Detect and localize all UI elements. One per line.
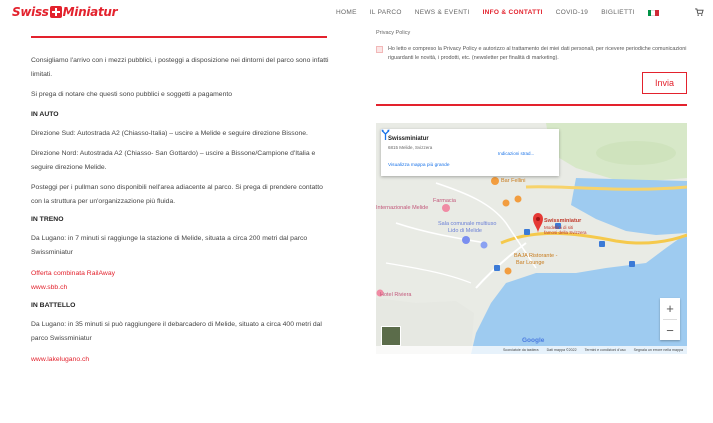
- section-divider: [31, 36, 327, 38]
- view-larger-map-link[interactable]: Visualizza mappa più grande: [388, 163, 450, 168]
- auto-south-text: Direzione Sud: Autostrada A2 (Chiasso-It…: [31, 129, 308, 137]
- map-label-swissminiatur: Swissminiatur: [544, 218, 582, 224]
- report-error-link[interactable]: Segnala un errore nella mappa: [634, 348, 683, 352]
- main-nav: HOME IL PARCO NEWS & EVENTI INFO & CONTA…: [336, 9, 672, 16]
- privacy-consent-text: Ho letto e compreso la Privacy Policy e …: [388, 46, 687, 61]
- satellite-view-toggle[interactable]: [381, 326, 401, 346]
- google-map[interactable]: Swissminiatur 6815 Melide, Svizzera Visu…: [376, 123, 687, 354]
- heading-treno: IN TRENO: [31, 216, 64, 223]
- nav-item-info-contatti[interactable]: INFO & CONTATTI: [483, 9, 543, 16]
- google-logo-text: Google: [522, 337, 545, 344]
- map-label-bar-fellini: Bar Fellini: [501, 178, 526, 184]
- map-attribution-bar: Scorciatoie da tastiera Dati mappa ©2022…: [376, 346, 687, 354]
- map-info-card: Swissminiatur 6815 Melide, Svizzera Visu…: [381, 129, 559, 176]
- map-label-hotel-riviera: Hotel Riviera: [380, 292, 412, 298]
- nav-item-il-parco[interactable]: IL PARCO: [370, 9, 402, 16]
- map-place-name: Swissminiatur: [388, 136, 429, 142]
- privacy-checkbox[interactable]: [376, 46, 383, 53]
- terms-link[interactable]: Termini e condizioni d'uso: [585, 348, 626, 352]
- sbb-link[interactable]: www.sbb.ch: [31, 282, 331, 293]
- italian-flag-icon[interactable]: [647, 10, 659, 16]
- auto-north-text: Direzione Nord: Autostrada A2 (Chiasso- …: [31, 150, 316, 171]
- privacy-consent-row: Ho letto e compreso la Privacy Policy e …: [376, 45, 687, 62]
- cart-icon[interactable]: [695, 8, 704, 16]
- logo-text-swiss: Swiss: [12, 5, 49, 19]
- google-logo: Google: [522, 337, 544, 344]
- privacy-title: Privacy Policy: [376, 30, 411, 36]
- zoom-in-button[interactable]: +: [660, 298, 680, 319]
- map-place-address: 6815 Melide, Svizzera: [388, 145, 433, 150]
- map-label-farmacia-name: Internazionale Melide: [376, 205, 429, 211]
- map-label-farmacia: Farmacia: [433, 198, 456, 204]
- train-text: Da Lugano: in 7 minuti si raggiunge la s…: [31, 235, 308, 256]
- intro-paragraph: Consigliamo l'arrivo con i mezzi pubblic…: [31, 57, 329, 78]
- form-divider: [376, 104, 687, 106]
- lakelugano-link[interactable]: www.lakelugano.ch: [31, 354, 331, 365]
- boat-text: Da Lugano: in 35 minuti si può raggiunge…: [31, 321, 322, 342]
- map-label-baja-lounge: Bar Lounge: [516, 260, 545, 266]
- zoom-out-button[interactable]: −: [660, 320, 680, 341]
- map-label-lido: Lido di Melide: [448, 228, 482, 234]
- map-label-swissminiatur-desc2: famosi della Svizzera: [544, 230, 587, 235]
- send-button[interactable]: Invia: [642, 72, 687, 94]
- bus-parking-text: Posteggi per i pullman sono disponibili …: [31, 184, 323, 205]
- railaway-link[interactable]: Offerta combinata RailAway: [31, 268, 331, 279]
- map-label-baja: BAJA Ristorante -: [514, 253, 558, 259]
- nav-item-news-eventi[interactable]: NEWS & EVENTI: [415, 9, 470, 16]
- nav-item-covid[interactable]: COVID-19: [556, 9, 588, 16]
- directions-section: Consigliamo l'arrivo con i mezzi pubblic…: [31, 36, 331, 365]
- heading-battello: IN BATTELLO: [31, 302, 76, 309]
- directions-icon[interactable]: [381, 129, 390, 140]
- directions-link[interactable]: Indicazioni strad...: [498, 151, 534, 156]
- contact-form: Privacy Policy Ho letto e compreso la Pr…: [376, 28, 687, 106]
- site-logo[interactable]: Swiss Miniatur: [12, 5, 118, 19]
- nav-item-home[interactable]: HOME: [336, 9, 357, 16]
- map-zoom-control: + −: [660, 298, 680, 340]
- nav-item-biglietti[interactable]: BIGLIETTI: [601, 9, 634, 16]
- intro-note: Si prega di notare che questi sono pubbl…: [31, 91, 233, 98]
- keyboard-shortcuts-link[interactable]: Scorciatoie da tastiera: [503, 348, 539, 352]
- swiss-cross-icon: [49, 6, 62, 18]
- map-label-sala-comunale: Sala comunale multiuso: [438, 221, 497, 227]
- logo-text-miniatur: Miniatur: [62, 5, 118, 19]
- map-data-text: Dati mappa ©2022: [546, 348, 577, 352]
- site-header: Swiss Miniatur HOME IL PARCO NEWS & EVEN…: [0, 0, 713, 28]
- heading-auto: IN AUTO: [31, 110, 59, 118]
